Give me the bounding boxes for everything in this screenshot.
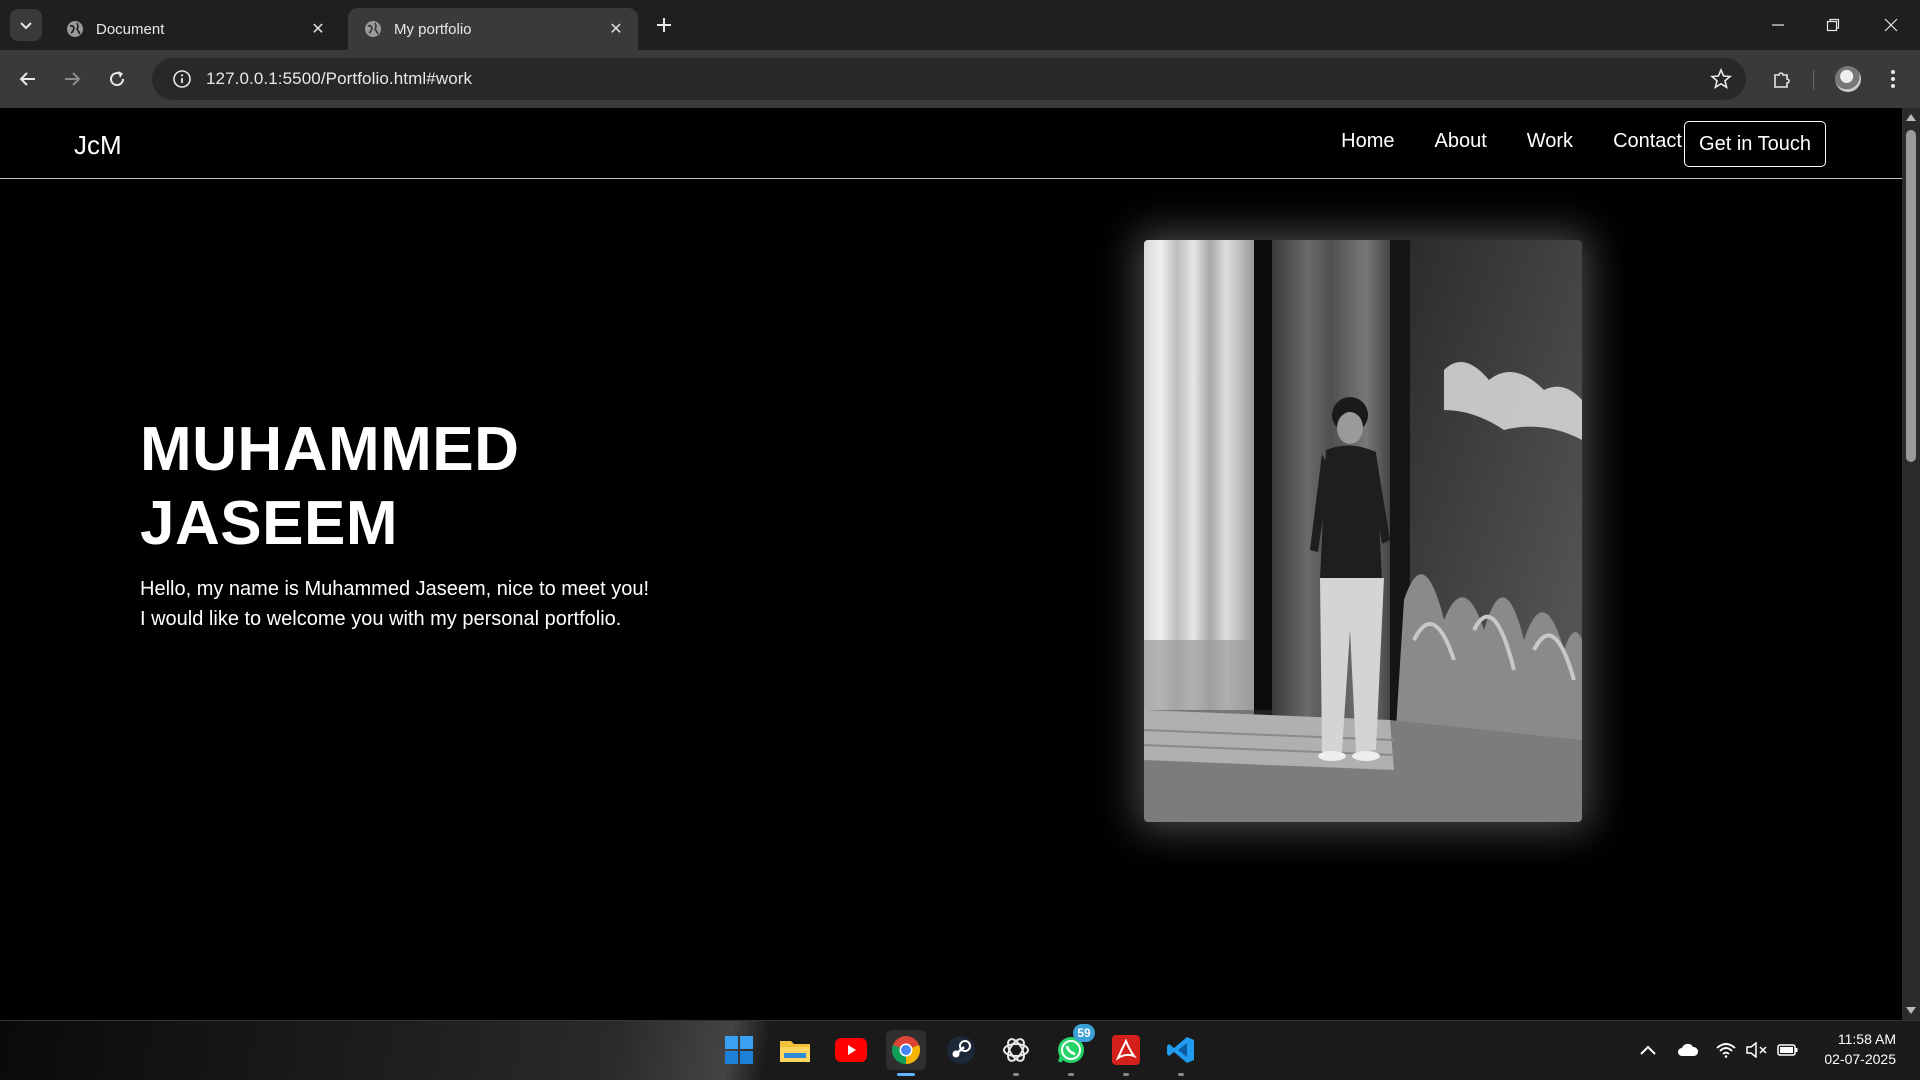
volume-muted-icon (1746, 1042, 1767, 1058)
active-app-indicator (897, 1073, 915, 1076)
hero-intro: Hello, my name is Muhammed Jaseem, nice … (140, 574, 649, 634)
hero-name-line1: MUHAMMED (140, 415, 520, 484)
scroll-thumb[interactable] (1906, 130, 1916, 462)
start-button[interactable] (719, 1030, 759, 1070)
nav-link-contact[interactable]: Contact (1613, 130, 1682, 153)
acrobat-icon (1112, 1035, 1140, 1065)
kebab-menu-icon (1891, 70, 1895, 88)
minimize-button[interactable] (1761, 10, 1795, 40)
windows-logo-icon (725, 1036, 753, 1064)
volume-button[interactable] (1746, 1039, 1768, 1061)
whatsapp-button[interactable]: 59 (1051, 1024, 1095, 1076)
wifi-button[interactable] (1715, 1039, 1737, 1061)
plus-icon (657, 18, 671, 32)
site-navbar: JcM Home About Work Contact Get in Touch (0, 108, 1902, 179)
close-window-button[interactable] (1874, 10, 1908, 40)
show-hidden-icons-button[interactable] (1637, 1039, 1659, 1061)
profile-photo (1144, 240, 1582, 822)
page-scrollbar[interactable] (1902, 108, 1920, 1020)
tab-title: My portfolio (394, 20, 472, 38)
browser-tab-bar: Document ✕ My portfolio ✕ (0, 0, 1920, 50)
scroll-down-arrow[interactable] (1906, 1007, 1916, 1014)
scroll-up-arrow[interactable] (1906, 114, 1916, 121)
tab-document[interactable]: Document ✕ (50, 8, 340, 50)
wifi-icon (1716, 1043, 1736, 1058)
reload-icon (110, 71, 125, 87)
clock-date: 02-07-2025 (1824, 1051, 1896, 1067)
tab-search-button[interactable] (10, 9, 42, 41)
reload-button[interactable] (102, 64, 132, 94)
arrow-right-icon (65, 72, 81, 86)
folder-icon (780, 1041, 810, 1062)
globe-icon (67, 21, 83, 37)
toolbar-divider (1813, 70, 1814, 90)
hero-name-line2: JASEEM (140, 489, 398, 558)
running-app-indicator (1068, 1073, 1074, 1076)
back-button[interactable] (13, 64, 43, 94)
forward-button[interactable] (57, 64, 87, 94)
restore-icon (1826, 18, 1840, 32)
chrome-button[interactable] (886, 1030, 926, 1076)
bookmark-star-icon[interactable] (1710, 68, 1732, 90)
hero-intro-line2: I would like to welcome you with my pers… (140, 608, 622, 630)
chevron-up-icon (1640, 1045, 1656, 1055)
system-clock[interactable]: 11:58 AM 02-07-2025 (1824, 1029, 1896, 1069)
battery-button[interactable] (1777, 1039, 1799, 1061)
extensions-button[interactable] (1767, 64, 1797, 94)
portrait-image (1144, 240, 1582, 822)
close-icon (1884, 18, 1898, 32)
url-text[interactable]: 127.0.0.1:5500/Portfolio.html#work (206, 69, 472, 89)
onedrive-button[interactable] (1677, 1039, 1699, 1061)
address-bar[interactable]: 127.0.0.1:5500/Portfolio.html#work (152, 58, 1746, 100)
youtube-icon (835, 1038, 867, 1062)
running-app-indicator (1123, 1073, 1129, 1076)
portfolio-page: JcM Home About Work Contact Get in Touch… (0, 108, 1902, 1020)
chrome-icon (891, 1036, 921, 1064)
globe-icon (365, 21, 381, 37)
close-tab-icon[interactable]: ✕ (308, 19, 328, 39)
puzzle-icon (1774, 72, 1790, 88)
nav-link-about[interactable]: About (1434, 130, 1486, 153)
chatgpt-icon (1003, 1038, 1029, 1062)
tab-title: Document (96, 20, 165, 38)
chatgpt-button[interactable] (996, 1030, 1036, 1076)
running-app-indicator (1013, 1073, 1019, 1076)
youtube-button[interactable] (831, 1030, 871, 1070)
tab-my-portfolio[interactable]: My portfolio ✕ (348, 8, 638, 50)
hero-name: MUHAMMED JASEEM (140, 413, 519, 561)
nav-links: Home About Work Contact (1341, 130, 1682, 153)
acrobat-button[interactable] (1106, 1030, 1146, 1076)
vscode-button[interactable] (1161, 1030, 1201, 1076)
nav-link-home[interactable]: Home (1341, 130, 1394, 153)
cloud-icon (1678, 1043, 1699, 1056)
restore-button[interactable] (1816, 10, 1850, 40)
site-info-icon[interactable] (162, 58, 202, 100)
profile-avatar[interactable] (1835, 66, 1861, 92)
minimize-icon (1772, 24, 1784, 26)
steam-icon (947, 1036, 975, 1064)
notification-badge: 59 (1073, 1024, 1095, 1042)
vscode-icon (1167, 1037, 1194, 1063)
running-app-indicator (1178, 1073, 1184, 1076)
clock-time: 11:58 AM (1837, 1031, 1896, 1047)
get-in-touch-button[interactable]: Get in Touch (1684, 121, 1826, 167)
nav-link-work[interactable]: Work (1527, 130, 1573, 153)
close-tab-icon[interactable]: ✕ (606, 19, 626, 39)
file-explorer-button[interactable] (775, 1030, 815, 1070)
menu-button[interactable] (1878, 64, 1908, 94)
battery-charging-icon (1777, 1044, 1798, 1056)
browser-toolbar: 127.0.0.1:5500/Portfolio.html#work (0, 50, 1920, 108)
new-tab-button[interactable] (652, 13, 676, 37)
hero-intro-line1: Hello, my name is Muhammed Jaseem, nice … (140, 578, 650, 600)
chevron-down-icon (20, 22, 32, 30)
arrow-left-icon (19, 72, 35, 86)
site-logo[interactable]: JcM (74, 130, 122, 161)
steam-button[interactable] (941, 1030, 981, 1070)
